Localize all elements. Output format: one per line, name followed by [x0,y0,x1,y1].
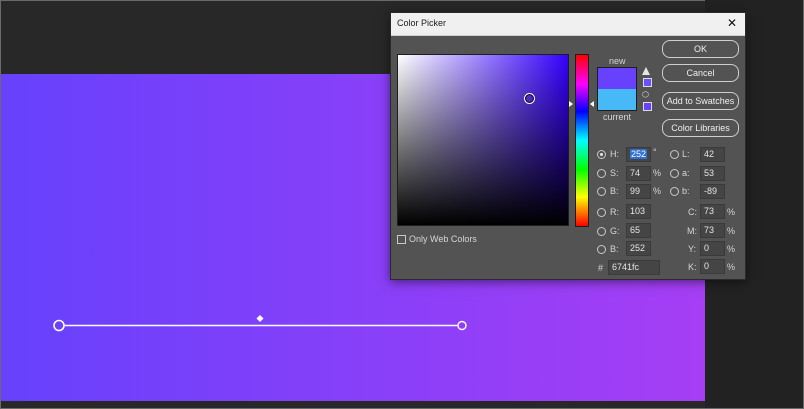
radio-hue[interactable] [597,150,606,159]
radio-b-channel[interactable] [670,187,679,196]
cyan-unit: % [727,207,736,217]
radio-green[interactable] [597,227,606,236]
lightness-label: L: [682,149,690,159]
lightness-input[interactable]: 42 [700,147,725,162]
magenta-input[interactable]: 73 [700,223,725,238]
black-unit: % [727,262,736,272]
red-input[interactable]: 103 [626,204,651,219]
new-color-label: new [609,56,626,66]
new-color-swatch [597,67,637,90]
color-field[interactable] [397,54,569,226]
close-icon[interactable]: ✕ [725,16,739,30]
saturation-unit: % [653,168,662,178]
magenta-unit: % [727,226,736,236]
brightness-unit: % [653,186,662,196]
only-web-colors-label: Only Web Colors [409,234,477,244]
saturation-input[interactable]: 74 [626,166,651,181]
in-gamut-swatch[interactable] [643,78,652,87]
hue-label: H: [610,149,619,159]
ok-button[interactable]: OK [662,40,739,58]
black-label: K: [688,262,697,272]
radio-brightness[interactable] [597,187,606,196]
black-input[interactable]: 0 [700,259,725,274]
blue-input[interactable]: 252 [626,241,651,256]
hue-unit: ° [653,147,657,157]
dialog-titlebar[interactable]: Color Picker ✕ [391,13,745,36]
cyan-label: C: [688,207,697,217]
yellow-unit: % [727,244,736,254]
web-safe-swatch[interactable] [643,102,652,111]
yellow-label: Y: [688,244,697,254]
hue-slider[interactable] [575,54,589,227]
current-color-swatch[interactable] [597,89,637,111]
hex-input[interactable]: 6741fc [608,260,660,275]
color-libraries-button[interactable]: Color Libraries [662,119,739,137]
blue-label: B: [610,244,619,254]
yellow-input[interactable]: 0 [700,241,725,256]
a-channel-input[interactable]: 53 [700,166,725,181]
red-label: R: [610,207,619,217]
b-channel-input[interactable]: -89 [700,184,725,199]
color-picker-dialog: Color Picker ✕ new current ⬡ OK Cancel A… [390,12,746,280]
add-to-swatches-button[interactable]: Add to Swatches [662,92,739,110]
magenta-label: M: [687,226,697,236]
color-field-picker[interactable] [524,93,535,104]
green-input[interactable]: 65 [626,223,651,238]
gamut-warning-icon [642,67,650,75]
current-color-label: current [603,112,632,122]
radio-saturation[interactable] [597,169,606,178]
hue-input[interactable]: 252 [626,147,651,162]
dialog-title: Color Picker [397,18,447,28]
brightness-label: B: [610,186,619,196]
radio-a-channel[interactable] [670,169,679,178]
cyan-input[interactable]: 73 [700,204,725,219]
radio-red[interactable] [597,208,606,217]
cancel-button[interactable]: Cancel [662,64,739,82]
green-label: G: [610,226,620,236]
web-safe-cube-icon: ⬡ [642,90,649,99]
hue-slider-right-arrow-icon[interactable] [590,101,594,107]
brightness-input[interactable]: 99 [626,184,651,199]
radio-blue[interactable] [597,245,606,254]
hue-slider-left-arrow-icon[interactable] [569,101,573,107]
radio-lightness[interactable] [670,150,679,159]
b-channel-label: b: [682,186,690,196]
saturation-label: S: [610,168,619,178]
only-web-colors-checkbox[interactable] [397,235,406,244]
a-channel-label: a: [682,168,690,178]
hex-label: # [598,263,604,273]
